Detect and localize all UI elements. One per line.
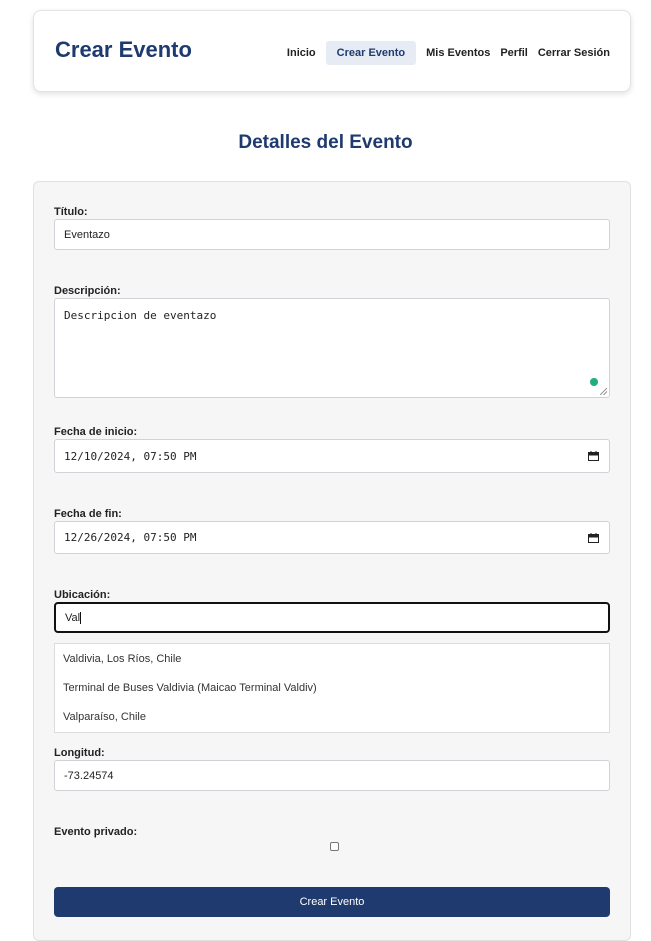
crear-evento-button[interactable]: Crear Evento xyxy=(54,887,610,917)
main-nav: Inicio Crear Evento Mis Eventos Perfil C… xyxy=(277,41,610,65)
page-title: Detalles del Evento xyxy=(238,132,413,153)
ubicacion-value: Val xyxy=(65,611,81,624)
descripcion-value: Descripcion de eventazo xyxy=(64,309,217,322)
longitud-value: -73.24574 xyxy=(64,769,114,782)
calendar-icon[interactable] xyxy=(588,533,599,543)
suggestion-item[interactable]: Valparaíso, Chile xyxy=(63,711,146,723)
location-suggestions: Valdivia, Los Ríos, Chile Terminal de Bu… xyxy=(54,643,610,733)
titulo-input[interactable]: Eventazo xyxy=(54,219,610,250)
ubicacion-label: Ubicación: xyxy=(54,589,111,601)
nav-crear-evento[interactable]: Crear Evento xyxy=(325,41,417,65)
text-caret xyxy=(80,611,82,624)
fecha-fin-input[interactable]: 12/26/2024, 07:50 PM xyxy=(54,521,610,554)
nav-mis-eventos[interactable]: Mis Eventos xyxy=(426,42,490,64)
fecha-inicio-input[interactable]: 12/10/2024, 07:50 PM xyxy=(54,439,610,473)
grammar-status-icon xyxy=(590,378,598,386)
privado-checkbox[interactable] xyxy=(330,842,339,851)
titulo-value: Eventazo xyxy=(64,228,110,241)
fecha-fin-label: Fecha de fin: xyxy=(54,508,122,520)
suggestion-item[interactable]: Valdivia, Los Ríos, Chile xyxy=(63,653,181,665)
fecha-fin-value: 12/26/2024, 07:50 PM xyxy=(64,531,197,544)
app-header: Crear Evento Inicio Crear Evento Mis Eve… xyxy=(33,10,631,92)
longitud-input[interactable]: -73.24574 xyxy=(54,760,610,791)
nav-perfil[interactable]: Perfil xyxy=(500,42,528,64)
titulo-label: Título: xyxy=(54,206,88,218)
calendar-icon[interactable] xyxy=(588,451,599,461)
nav-inicio[interactable]: Inicio xyxy=(287,42,316,64)
privado-label: Evento privado: xyxy=(54,826,138,838)
descripcion-label: Descripción: xyxy=(54,285,121,297)
resize-grip-icon[interactable] xyxy=(600,388,607,395)
brand-title: Crear Evento xyxy=(55,37,192,62)
suggestion-item[interactable]: Terminal de Buses Valdivia (Maicao Termi… xyxy=(63,682,317,694)
nav-cerrar-sesion[interactable]: Cerrar Sesión xyxy=(538,42,610,64)
ubicacion-input[interactable]: Val xyxy=(54,602,610,633)
longitud-label: Longitud: xyxy=(54,747,105,759)
fecha-inicio-label: Fecha de inicio: xyxy=(54,426,138,438)
fecha-inicio-value: 12/10/2024, 07:50 PM xyxy=(64,449,197,463)
descripcion-textarea[interactable]: Descripcion de eventazo xyxy=(54,298,610,398)
